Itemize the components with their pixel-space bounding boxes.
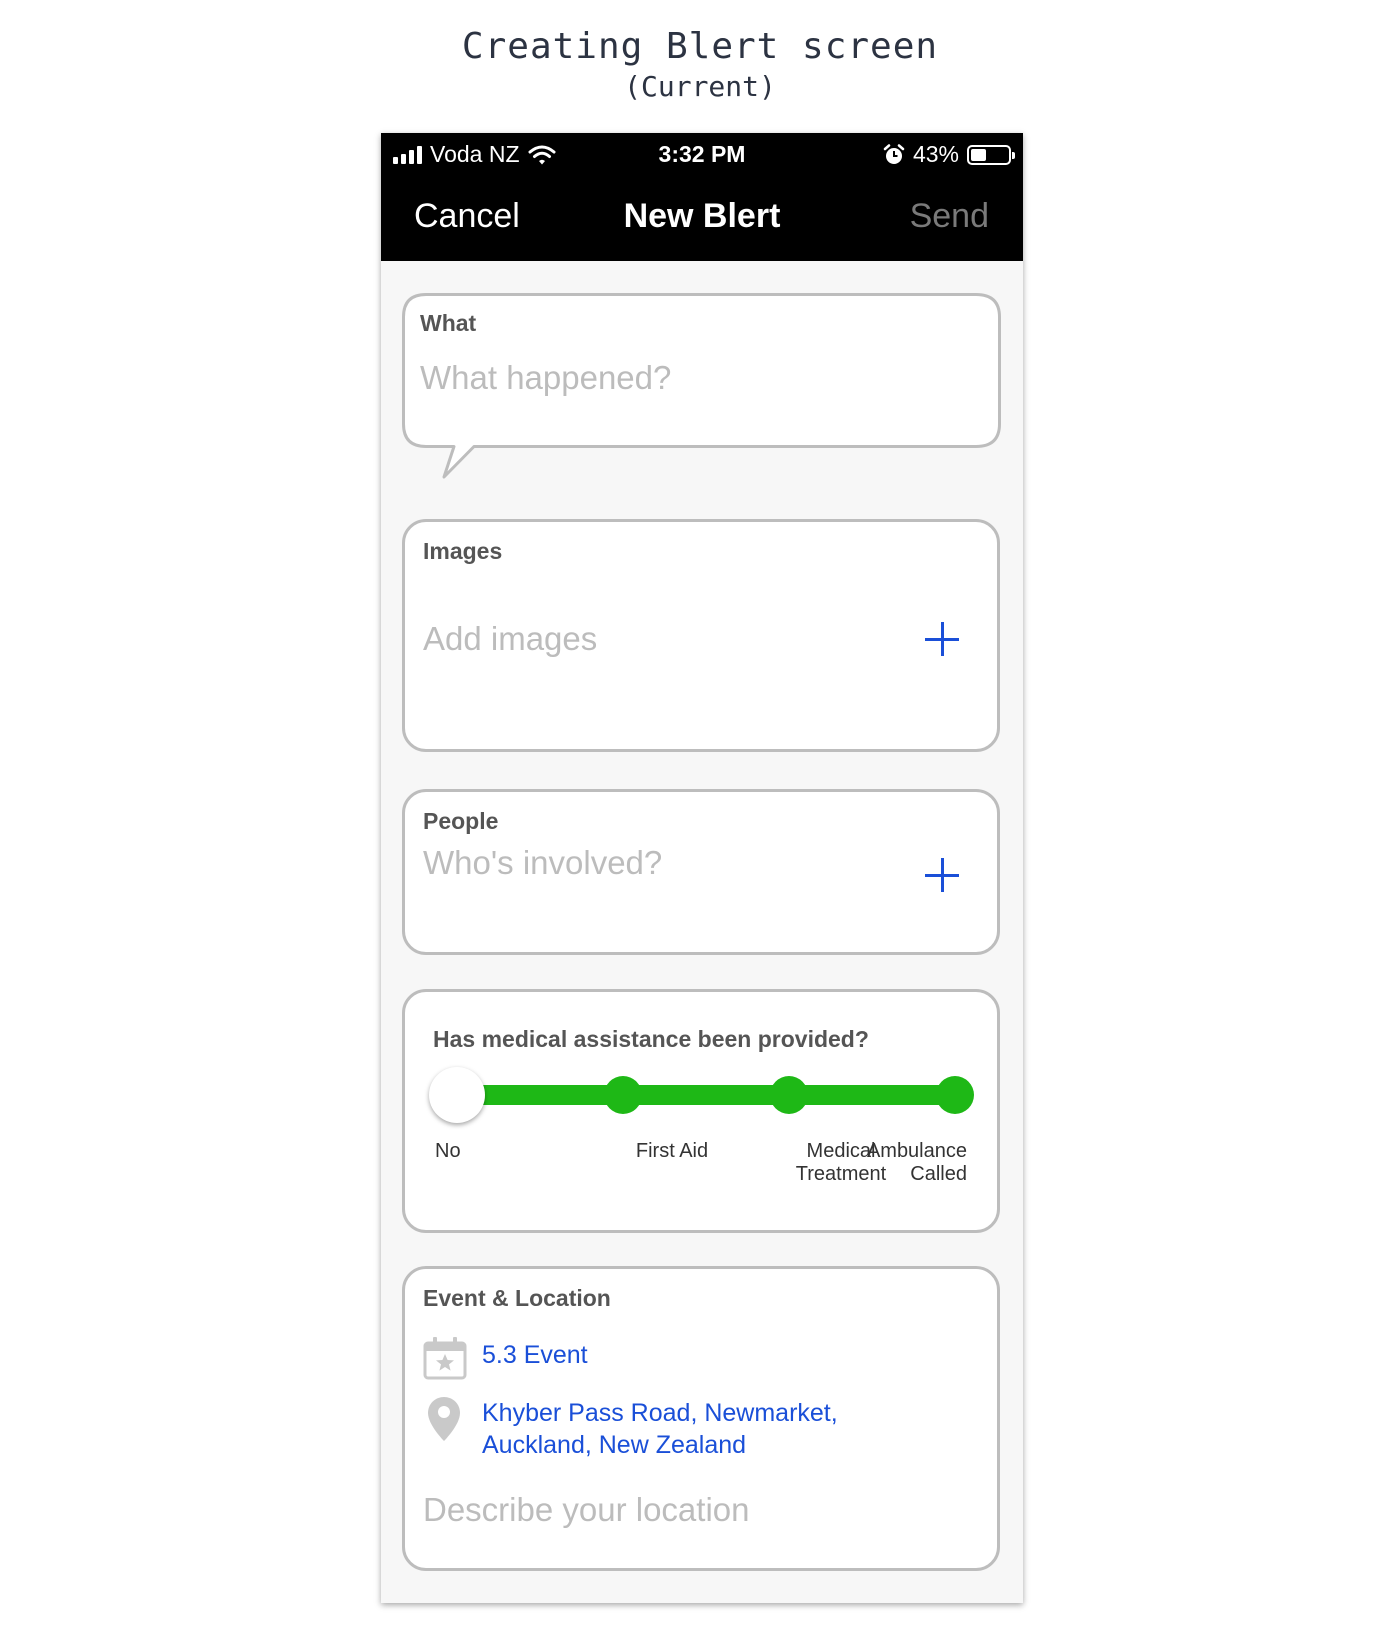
- status-bar: Voda NZ 3:32 PM 43%: [381, 133, 1023, 177]
- add-images-plus-icon[interactable]: [925, 622, 959, 656]
- slider-track: [457, 1085, 955, 1105]
- top-bar: Voda NZ 3:32 PM 43% Cancel New Blert Sen…: [381, 133, 1023, 261]
- what-label: What: [420, 310, 477, 336]
- slider-stop[interactable]: [770, 1076, 808, 1114]
- slider-stop[interactable]: [936, 1076, 974, 1114]
- event-location-card: Event & Location 5.3 Event Khyber Pass R…: [402, 1266, 1000, 1571]
- alarm-icon: [883, 143, 905, 164]
- add-images-placeholder[interactable]: Add images: [423, 620, 597, 658]
- people-card: People Who's involved?: [402, 789, 1000, 955]
- location-address-link[interactable]: Khyber Pass Road, Newmarket, Auckland, N…: [482, 1397, 838, 1461]
- nav-bar: Cancel New Blert Send: [381, 187, 1023, 249]
- what-card[interactable]: What What happened?: [402, 293, 1002, 493]
- images-label: Images: [423, 538, 503, 564]
- add-people-plus-icon[interactable]: [925, 858, 959, 892]
- slider-option-label[interactable]: Ambulance Called: [867, 1140, 967, 1186]
- calendar-icon: [423, 1337, 467, 1380]
- medical-card: Has medical assistance been provided? No…: [402, 989, 1000, 1233]
- slider-option-label[interactable]: No: [435, 1140, 461, 1163]
- phone-screen: Voda NZ 3:32 PM 43% Cancel New Blert Sen…: [381, 133, 1023, 1603]
- battery-percent: 43%: [912, 141, 959, 167]
- slider-stop[interactable]: [604, 1076, 642, 1114]
- event-location-label: Event & Location: [423, 1285, 611, 1311]
- event-link[interactable]: 5.3 Event: [482, 1339, 588, 1371]
- send-button[interactable]: Send: [910, 197, 989, 236]
- location-pin-icon: [428, 1397, 460, 1441]
- mockup-subtitle: (Current): [624, 70, 776, 103]
- slider-thumb[interactable]: [429, 1067, 485, 1123]
- people-placeholder[interactable]: Who's involved?: [423, 844, 662, 882]
- mockup-title: Creating Blert screen: [461, 26, 939, 67]
- medical-assistance-slider[interactable]: [429, 1062, 974, 1123]
- describe-location-input[interactable]: Describe your location: [423, 1491, 750, 1529]
- battery-icon: [967, 144, 1015, 165]
- people-label: People: [423, 808, 499, 834]
- what-input[interactable]: What happened?: [420, 359, 671, 397]
- medical-question: Has medical assistance been provided?: [433, 1026, 869, 1052]
- images-card: Images Add images: [402, 519, 1000, 752]
- slider-option-label[interactable]: First Aid: [612, 1140, 732, 1163]
